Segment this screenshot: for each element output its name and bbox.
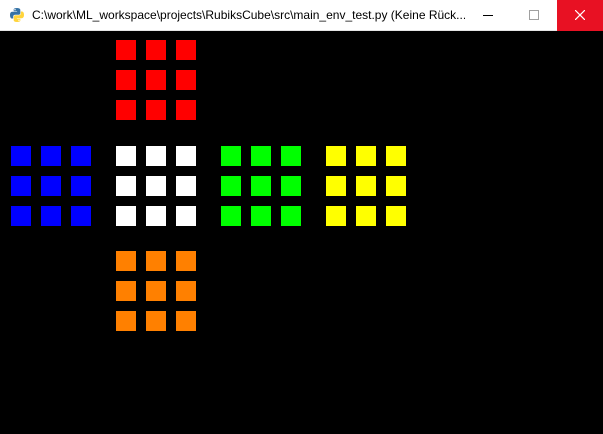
minimize-button[interactable] bbox=[465, 0, 511, 31]
sticker bbox=[71, 146, 91, 166]
sticker bbox=[116, 40, 136, 60]
sticker bbox=[221, 146, 241, 166]
sticker bbox=[176, 176, 196, 196]
sticker bbox=[356, 206, 376, 226]
title-bar[interactable]: C:\work\ML_workspace\projects\RubiksCube… bbox=[0, 0, 603, 31]
sticker bbox=[116, 311, 136, 331]
sticker bbox=[356, 176, 376, 196]
minimize-icon bbox=[483, 15, 493, 16]
app-window: C:\work\ML_workspace\projects\RubiksCube… bbox=[0, 0, 603, 434]
sticker bbox=[386, 176, 406, 196]
cube-canvas[interactable] bbox=[0, 31, 603, 434]
sticker bbox=[251, 206, 271, 226]
face-down bbox=[116, 251, 201, 336]
sticker bbox=[251, 146, 271, 166]
face-back bbox=[326, 146, 411, 231]
sticker bbox=[176, 100, 196, 120]
sticker bbox=[71, 206, 91, 226]
sticker bbox=[176, 40, 196, 60]
sticker bbox=[176, 311, 196, 331]
face-front bbox=[116, 146, 201, 231]
sticker bbox=[176, 206, 196, 226]
sticker bbox=[116, 176, 136, 196]
sticker bbox=[11, 146, 31, 166]
face-right bbox=[221, 146, 306, 231]
sticker bbox=[176, 146, 196, 166]
sticker bbox=[41, 146, 61, 166]
sticker bbox=[116, 100, 136, 120]
sticker bbox=[146, 146, 166, 166]
sticker bbox=[116, 206, 136, 226]
sticker bbox=[386, 146, 406, 166]
face-left bbox=[11, 146, 96, 231]
sticker bbox=[146, 311, 166, 331]
sticker bbox=[386, 206, 406, 226]
sticker bbox=[281, 146, 301, 166]
sticker bbox=[176, 70, 196, 90]
sticker bbox=[11, 176, 31, 196]
close-icon bbox=[575, 10, 585, 20]
sticker bbox=[116, 146, 136, 166]
python-icon bbox=[10, 8, 24, 22]
sticker bbox=[146, 206, 166, 226]
sticker bbox=[326, 146, 346, 166]
sticker bbox=[41, 206, 61, 226]
face-up bbox=[116, 40, 201, 125]
sticker bbox=[176, 251, 196, 271]
sticker bbox=[251, 176, 271, 196]
maximize-button[interactable] bbox=[511, 0, 557, 31]
sticker bbox=[146, 281, 166, 301]
sticker bbox=[116, 281, 136, 301]
sticker bbox=[326, 206, 346, 226]
sticker bbox=[326, 176, 346, 196]
window-title: C:\work\ML_workspace\projects\RubiksCube… bbox=[32, 7, 465, 22]
sticker bbox=[221, 206, 241, 226]
sticker bbox=[146, 176, 166, 196]
maximize-icon bbox=[529, 10, 539, 20]
sticker bbox=[221, 176, 241, 196]
sticker bbox=[116, 251, 136, 271]
sticker bbox=[281, 176, 301, 196]
sticker bbox=[146, 100, 166, 120]
sticker bbox=[146, 40, 166, 60]
sticker bbox=[116, 70, 136, 90]
close-button[interactable] bbox=[557, 0, 603, 31]
sticker bbox=[71, 176, 91, 196]
sticker bbox=[146, 251, 166, 271]
sticker bbox=[176, 281, 196, 301]
sticker bbox=[281, 206, 301, 226]
sticker bbox=[146, 70, 166, 90]
sticker bbox=[11, 206, 31, 226]
sticker bbox=[41, 176, 61, 196]
sticker bbox=[356, 146, 376, 166]
caption-buttons bbox=[465, 0, 603, 31]
